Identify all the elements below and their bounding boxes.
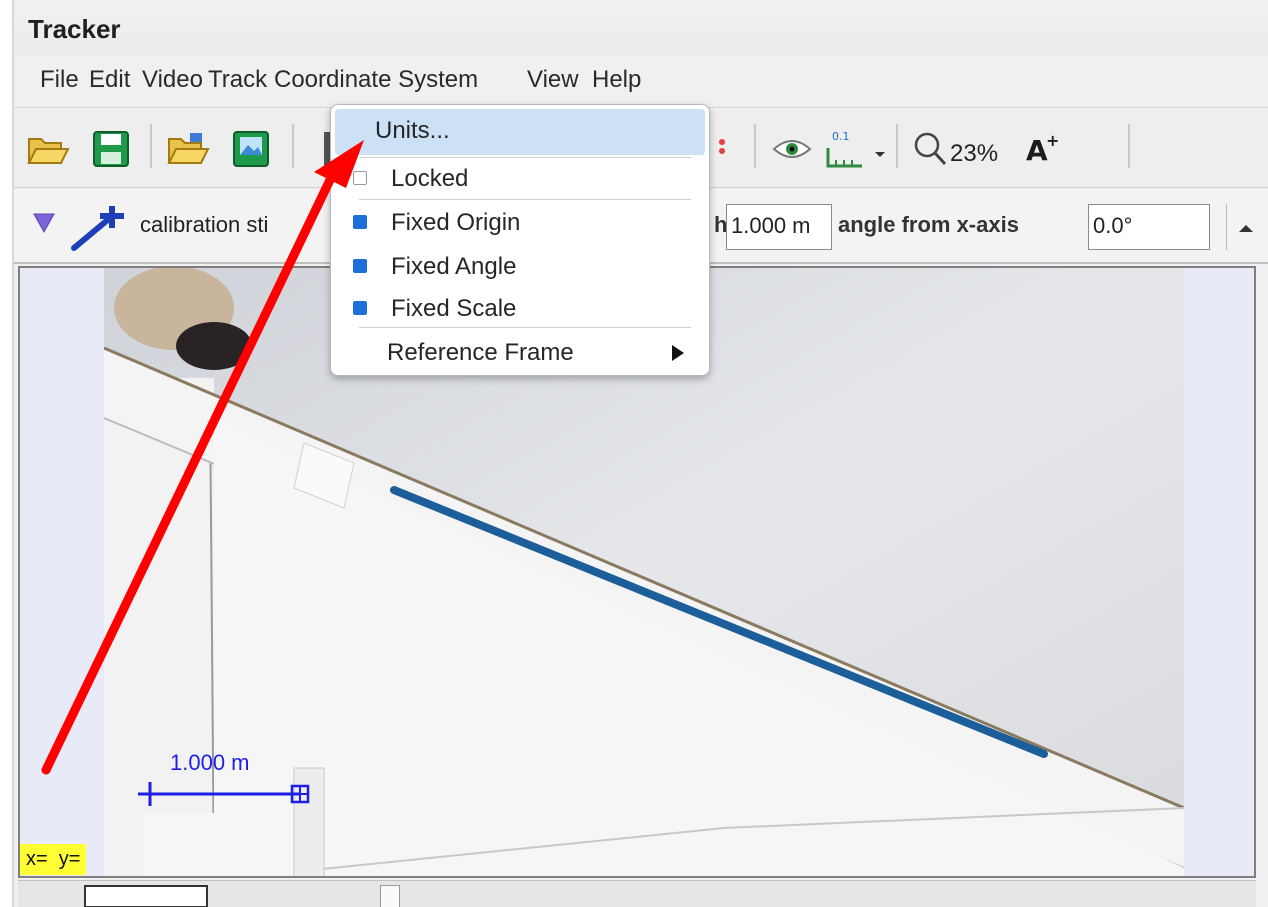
menu-item-units[interactable]: Units...	[335, 109, 705, 155]
calibration-stick-icon	[70, 202, 130, 257]
menu-edit[interactable]: Edit	[89, 66, 130, 94]
open-folder-icon[interactable]	[26, 130, 70, 173]
calibration-stick[interactable]	[130, 776, 320, 812]
svg-text:0.1: 0.1	[832, 130, 850, 143]
title-bar: Tracker	[14, 0, 1268, 56]
menu-coordinate-system[interactable]: Coordinate System	[274, 66, 478, 94]
angle-field[interactable]: 0.0°	[1088, 204, 1210, 250]
length-field[interactable]: 1.000 m	[726, 204, 832, 250]
submenu-arrow-icon	[669, 343, 687, 368]
collapse-button[interactable]	[1226, 204, 1264, 250]
track-dropdown-icon[interactable]	[32, 212, 56, 239]
menu-item-locked[interactable]: Locked	[335, 157, 705, 201]
slider-handle[interactable]	[380, 885, 400, 907]
export-icon[interactable]	[232, 130, 270, 173]
coordinate-readout: x= y=	[20, 844, 87, 875]
player-controls	[18, 880, 1256, 907]
eye-icon[interactable]	[772, 136, 812, 167]
fixed-angle-checkbox[interactable]	[353, 259, 367, 273]
zoom-icon[interactable]	[912, 130, 948, 173]
menu-item-fixed-origin[interactable]: Fixed Origin	[335, 201, 705, 245]
save-icon[interactable]	[92, 130, 130, 173]
menu-item-reference-frame[interactable]: Reference Frame	[335, 331, 705, 375]
menu-bar: File Edit Video Track Coordinate System …	[14, 56, 1268, 108]
menu-file[interactable]: File	[40, 66, 79, 94]
menu-item-fixed-angle[interactable]: Fixed Angle	[335, 245, 705, 289]
chevron-down-icon[interactable]	[874, 146, 886, 164]
coordinate-system-popup-menu: Units... Locked Fixed Origin Fixed Angle…	[330, 104, 710, 376]
track-name: calibration sti	[140, 212, 269, 237]
window-title: Tracker	[28, 14, 121, 44]
menu-help[interactable]: Help	[592, 66, 641, 94]
locked-checkbox[interactable]	[353, 171, 367, 185]
angle-label: angle from x-axis	[838, 212, 1019, 237]
font-size-icon[interactable]: A +	[1024, 131, 1059, 171]
menu-track[interactable]: Track	[208, 66, 267, 94]
open-video-icon[interactable]	[166, 130, 210, 173]
menu-video[interactable]: Video	[142, 66, 203, 94]
menu-view[interactable]: View	[527, 66, 579, 94]
fixed-scale-checkbox[interactable]	[353, 301, 367, 315]
marker-icon[interactable]	[718, 134, 732, 163]
fixed-origin-checkbox[interactable]	[353, 215, 367, 229]
measuring-tools-icon[interactable]: 0.1	[824, 126, 866, 175]
svg-text:A: A	[1026, 134, 1048, 166]
menu-item-fixed-scale[interactable]: Fixed Scale	[335, 287, 705, 331]
zoom-level[interactable]: 23%	[950, 140, 998, 168]
scale-length-label: 1.000 m	[170, 750, 250, 775]
frame-field[interactable]	[84, 885, 208, 907]
svg-text:+: +	[1046, 132, 1058, 150]
